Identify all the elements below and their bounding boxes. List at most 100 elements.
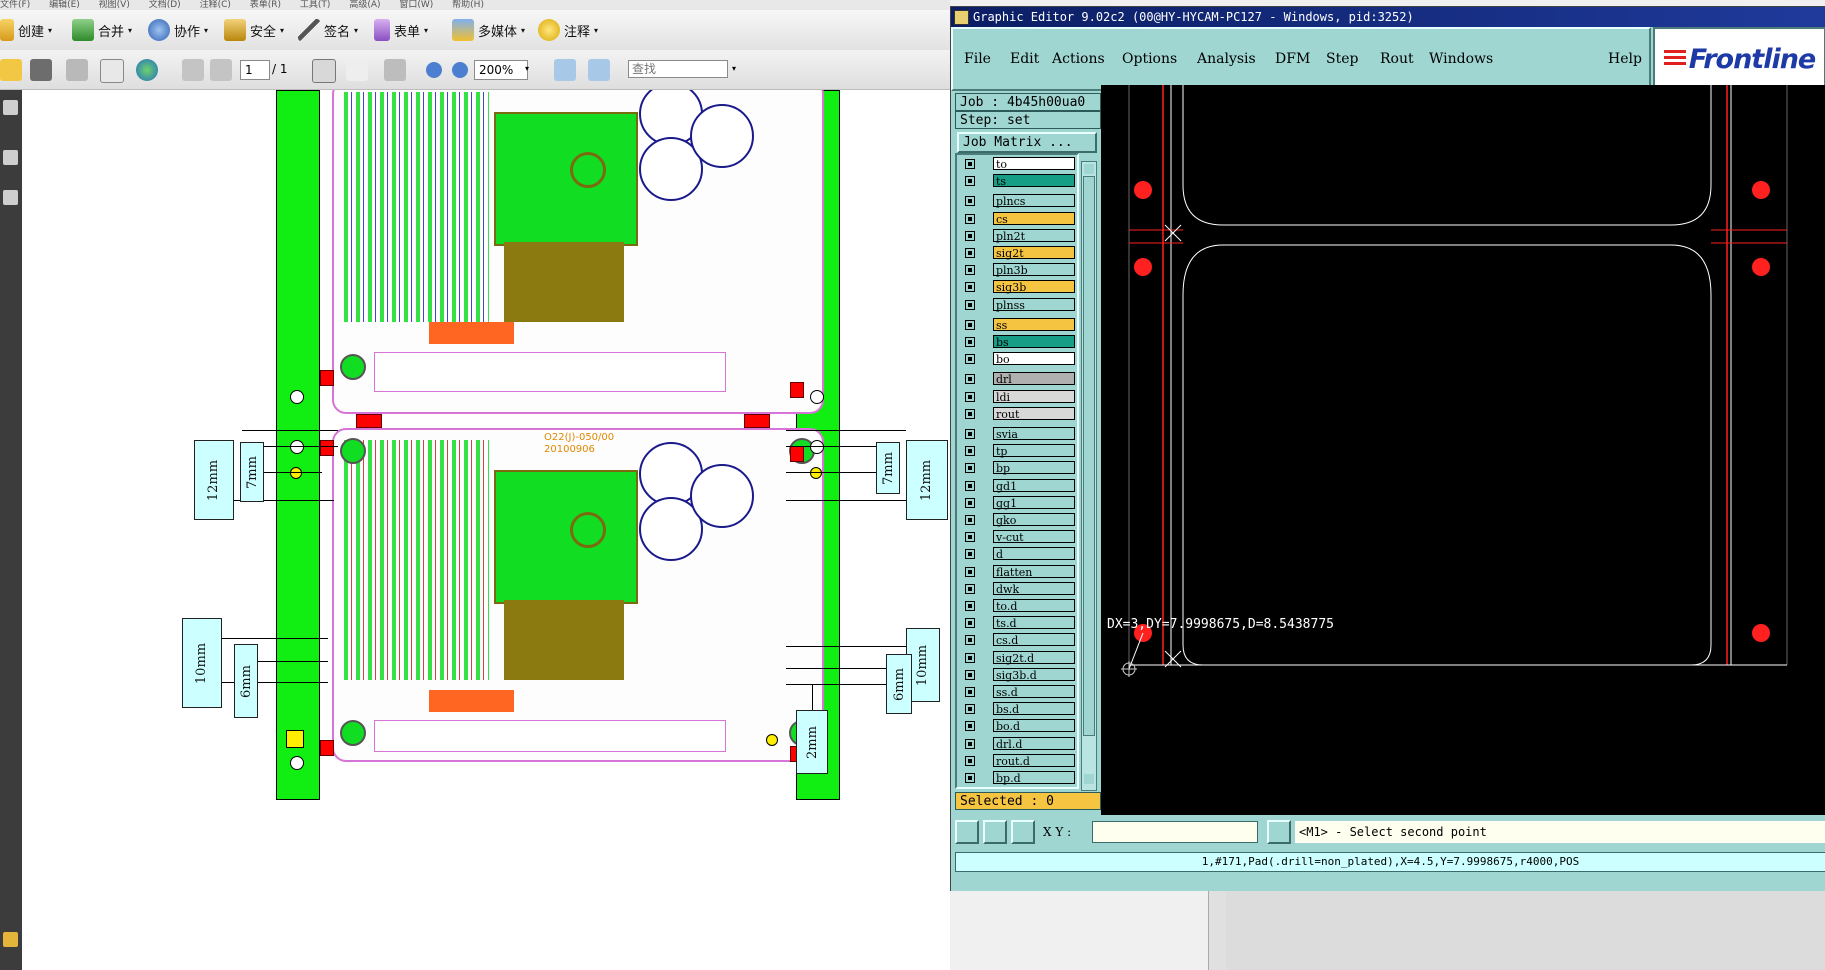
layer-row[interactable]: bp [959,461,1077,475]
layer-checkbox[interactable] [965,196,975,207]
layer-row[interactable]: dwk [959,581,1077,596]
layer-checkbox[interactable] [965,721,975,732]
open-folder-icon[interactable] [0,59,22,81]
menu-view[interactable]: 视图(V) [99,0,130,10]
menu-help[interactable]: Help [1608,51,1642,67]
menu-rout[interactable]: Rout [1380,51,1414,67]
layer-name[interactable]: drl [993,372,1075,386]
layer-checkbox[interactable] [965,374,975,385]
print-icon[interactable] [30,59,52,81]
layer-checkbox[interactable] [965,480,975,491]
page-number-input[interactable]: 1 [240,60,270,80]
comment-button[interactable]: 注释 ▾ [538,19,598,41]
multimedia-button[interactable]: 多媒体 ▾ [452,19,525,41]
layer-checkbox[interactable] [965,566,975,577]
layer-row[interactable]: tp [959,444,1077,458]
layer-checkbox[interactable] [965,248,975,258]
layer-row[interactable]: svia [959,427,1077,441]
layer-name[interactable]: to.d [993,599,1075,613]
chevron-up-icon[interactable] [1084,164,1094,174]
layer-name[interactable]: pln3b [993,263,1075,277]
layer-name[interactable]: gko [993,513,1075,527]
layer-name[interactable]: ts [993,174,1075,188]
layer-name[interactable]: gg1 [993,495,1075,510]
menu-forms[interactable]: 表单(R) [250,0,281,10]
layer-checkbox[interactable] [965,738,975,749]
menu-analysis[interactable]: Analysis [1197,51,1256,67]
layer-checkbox[interactable] [965,652,975,663]
layer-row[interactable]: rout [959,406,1077,421]
next-page-icon[interactable] [210,59,232,81]
zoom-in-icon[interactable] [452,62,468,78]
pdf-document-area[interactable]: O22(J)-050/00 20100906 12mm 7mm 10mm 6mm… [22,90,950,970]
menu-windows[interactable]: Windows [1429,51,1493,67]
layer-name[interactable]: gd1 [993,478,1075,493]
layer-row[interactable]: plncs [959,194,1077,208]
layer-checkbox[interactable] [965,429,975,439]
layer-checkbox[interactable] [965,282,975,293]
layer-checkbox[interactable] [965,515,975,525]
layer-row[interactable]: plnss [959,297,1077,312]
layer-name[interactable]: bs.d [993,702,1075,716]
zoom-tool-icon[interactable] [384,59,406,81]
layer-checkbox[interactable] [965,549,975,560]
layer-row[interactable]: sig2t.d [959,650,1077,665]
layer-row[interactable]: cs.d [959,633,1077,647]
layer-checkbox[interactable] [965,755,975,766]
layer-checkbox[interactable] [965,601,975,611]
forms-button[interactable]: 表单 ▾ [374,19,428,41]
layer-name[interactable]: cs [993,211,1075,226]
menu-help[interactable]: 帮助(H) [452,0,484,10]
menu-actions[interactable]: Actions [1052,51,1105,67]
attachments-icon[interactable] [3,932,18,947]
collaborate-button[interactable]: 协作 ▾ [148,19,208,41]
layer-checkbox[interactable] [965,446,975,457]
layer-row[interactable]: to.d [959,599,1077,613]
layer-row[interactable]: bs.d [959,702,1077,716]
layer-row[interactable]: gg1 [959,495,1077,510]
layer-row[interactable]: cs [959,211,1077,226]
layer-name[interactable]: sig2t [993,246,1075,260]
layer-checkbox[interactable] [965,299,975,310]
layer-row[interactable]: drl.d [959,736,1077,751]
layer-checkbox[interactable] [965,704,975,715]
menu-file[interactable]: File [964,51,991,67]
email-icon[interactable] [100,59,124,83]
layer-name[interactable]: pln2t [993,228,1075,243]
layer-row[interactable]: ss [959,317,1077,332]
menu-file[interactable]: 文件(F) [0,0,30,10]
layer-name[interactable]: bp.d [993,771,1075,785]
menu-step[interactable]: Step [1326,51,1358,67]
layer-name[interactable]: sig3b.d [993,667,1075,682]
layer-name[interactable]: ss.d [993,685,1075,699]
menu-document[interactable]: 文档(D) [149,0,181,10]
layer-name[interactable]: bp [993,461,1075,475]
measure-tool-icon[interactable] [955,820,979,844]
menu-options[interactable]: Options [1122,51,1177,67]
create-button[interactable]: 创建 ▾ [0,19,52,41]
layer-checkbox[interactable] [965,408,975,419]
layer-row[interactable]: gko [959,513,1077,527]
layer-name[interactable]: ss [993,317,1075,332]
layer-row[interactable]: sig2t [959,246,1077,260]
bookmarks-icon[interactable] [3,150,18,165]
fit-width-icon[interactable] [588,59,610,81]
layer-name[interactable]: bo.d [993,719,1075,733]
layer-name[interactable]: plnss [993,297,1075,312]
layer-checkbox[interactable] [965,532,975,543]
chevron-down-icon[interactable]: ▾ [525,64,529,73]
secure-button[interactable]: 安全 ▾ [224,19,284,41]
layer-row[interactable]: to [959,157,1077,171]
layer-row[interactable]: sig3b.d [959,667,1077,682]
layer-list-scrollbar[interactable] [1081,161,1097,791]
layer-checkbox[interactable] [965,497,975,508]
chevron-down-icon[interactable] [1084,774,1094,784]
layer-name[interactable]: sig3b [993,280,1075,294]
layer-checkbox[interactable] [965,463,975,474]
layer-name[interactable]: cs.d [993,633,1075,647]
layer-checkbox[interactable] [965,230,975,241]
layer-name[interactable]: svia [993,427,1075,441]
menu-window[interactable]: 窗口(W) [399,0,433,10]
menu-comments[interactable]: 注释(C) [200,0,231,10]
fit-page-icon[interactable] [554,59,576,81]
